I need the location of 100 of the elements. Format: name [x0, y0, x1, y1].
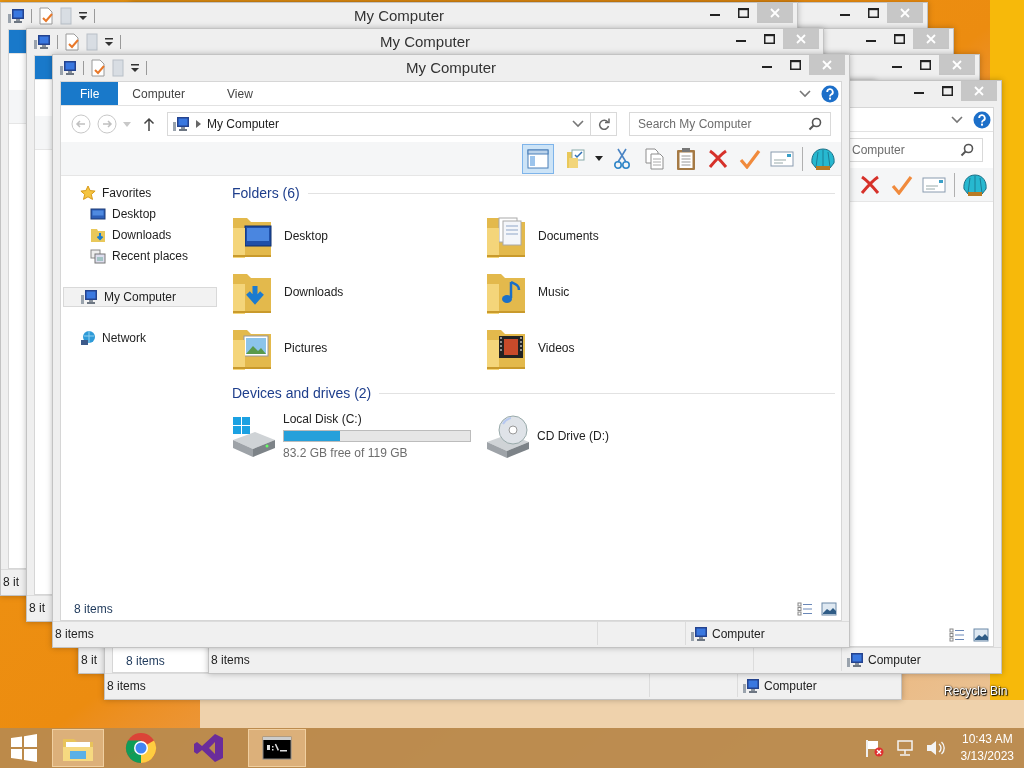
computer-icon — [80, 289, 98, 305]
nav-item[interactable]: Favorites — [63, 183, 217, 203]
close-icon — [974, 86, 984, 96]
ribbon-tab[interactable] — [9, 30, 27, 53]
drive-item[interactable]: CD Drive (D:) — [483, 408, 737, 464]
nav-item[interactable]: Downloads — [63, 225, 217, 245]
collapse-ribbon-icon — [951, 115, 963, 124]
item-count: 8 items — [107, 677, 146, 695]
check-icon — [739, 148, 761, 169]
computer-icon — [172, 116, 190, 132]
copy-icon — [644, 147, 664, 170]
customize-icon — [78, 11, 88, 21]
ribbon-tab[interactable]: Computer — [118, 82, 214, 105]
close-icon — [796, 34, 806, 44]
item-count: 8 items — [211, 651, 250, 669]
large-icons-view-icon — [821, 602, 837, 616]
nav-item[interactable]: Recent places — [63, 246, 217, 266]
computer-icon — [690, 625, 708, 642]
recent-places-icon — [90, 248, 106, 264]
card-icon — [922, 176, 946, 193]
location-label: Computer — [712, 625, 765, 643]
folder-item[interactable]: Videos — [483, 320, 737, 376]
drive-label: Local Disk (C:) — [283, 411, 363, 428]
close-icon — [926, 34, 936, 44]
folder-item[interactable]: Pictures — [229, 320, 483, 376]
item-count: 8 items — [74, 601, 113, 618]
drive-label: CD Drive (D:) — [537, 428, 609, 445]
windows-logo-icon — [10, 734, 38, 762]
speaker-icon — [924, 739, 945, 757]
window-title: My Computer — [406, 59, 496, 76]
close-icon — [770, 8, 780, 18]
document-check-icon — [38, 7, 54, 25]
maximize-icon — [919, 60, 931, 70]
folder-check-icon — [565, 147, 587, 170]
forward-icon — [97, 114, 117, 134]
preview-pane-icon — [527, 148, 549, 169]
refresh-button[interactable] — [591, 112, 617, 136]
collapse-ribbon-icon — [799, 89, 811, 98]
computer-icon — [59, 60, 77, 76]
close-icon — [822, 60, 832, 70]
details-view-icon — [797, 602, 813, 616]
nav-item[interactable]: Network — [63, 328, 217, 348]
ribbon-tab[interactable]: View — [213, 82, 267, 105]
nav-item[interactable]: My Computer — [63, 287, 217, 307]
folder-item[interactable]: Music — [483, 264, 737, 320]
search-field[interactable]: Computer — [847, 138, 983, 162]
maximize-icon — [737, 8, 749, 18]
item-count: 8 items — [55, 625, 94, 643]
group-header[interactable]: Folders (6) — [229, 182, 300, 204]
search-icon — [808, 117, 822, 131]
breadcrumb-arrow-icon — [196, 120, 201, 128]
chevron-down-icon — [123, 121, 131, 127]
folder-label: Downloads — [284, 284, 344, 301]
window-title: My Computer — [354, 7, 444, 24]
network-icon — [894, 739, 915, 757]
globe-icon — [80, 330, 96, 346]
shell-icon — [962, 172, 988, 197]
computer-icon — [742, 677, 760, 694]
flag-icon — [864, 739, 885, 757]
taskbar-app[interactable] — [248, 729, 306, 767]
nav-item[interactable]: Desktop — [63, 204, 217, 224]
maximize-icon — [893, 34, 905, 44]
up-arrow-icon — [143, 117, 155, 131]
search-placeholder: Search My Computer — [638, 116, 753, 133]
folder-label: Music — [538, 284, 570, 301]
ribbon-tab[interactable] — [35, 56, 53, 79]
drive-item[interactable]: Local Disk (C:) 83.2 GB free of 119 GB — [229, 408, 483, 464]
check-icon — [891, 174, 913, 195]
address-bar[interactable]: My Computer — [167, 112, 591, 136]
folder-item[interactable]: Documents — [483, 208, 737, 264]
maximize-icon — [941, 86, 953, 96]
address-text: My Computer — [207, 116, 281, 133]
maximize-icon — [763, 34, 775, 44]
x-icon — [707, 148, 729, 169]
window-title: My Computer — [380, 33, 470, 50]
pane-button[interactable] — [522, 143, 554, 174]
close-icon — [952, 60, 962, 70]
folder-label: Pictures — [284, 340, 328, 357]
folder-item[interactable]: Desktop — [229, 208, 483, 264]
shell-icon — [810, 146, 836, 171]
download-folder-icon — [90, 227, 106, 243]
back-icon — [71, 114, 91, 134]
group-header[interactable]: Devices and drives (2) — [229, 382, 372, 404]
document-check-icon — [90, 59, 106, 77]
x-icon — [859, 174, 881, 195]
item-count: 8 it — [3, 573, 19, 591]
card-icon — [770, 150, 794, 167]
location-label: Computer — [868, 651, 921, 669]
customize-icon — [130, 63, 140, 73]
item-count: 8 items — [126, 653, 165, 670]
item-count: 8 it — [81, 651, 97, 669]
visual-studio-icon — [193, 732, 225, 764]
clipboard-icon — [676, 146, 696, 171]
ribbon-tab[interactable]: File — [61, 82, 119, 105]
folder-label: Documents — [538, 228, 599, 245]
computer-icon — [7, 8, 25, 24]
folder-item[interactable]: Downloads — [229, 264, 483, 320]
help-icon — [821, 84, 839, 103]
computer-icon — [33, 34, 51, 50]
search-field[interactable]: Search My Computer — [629, 112, 831, 136]
